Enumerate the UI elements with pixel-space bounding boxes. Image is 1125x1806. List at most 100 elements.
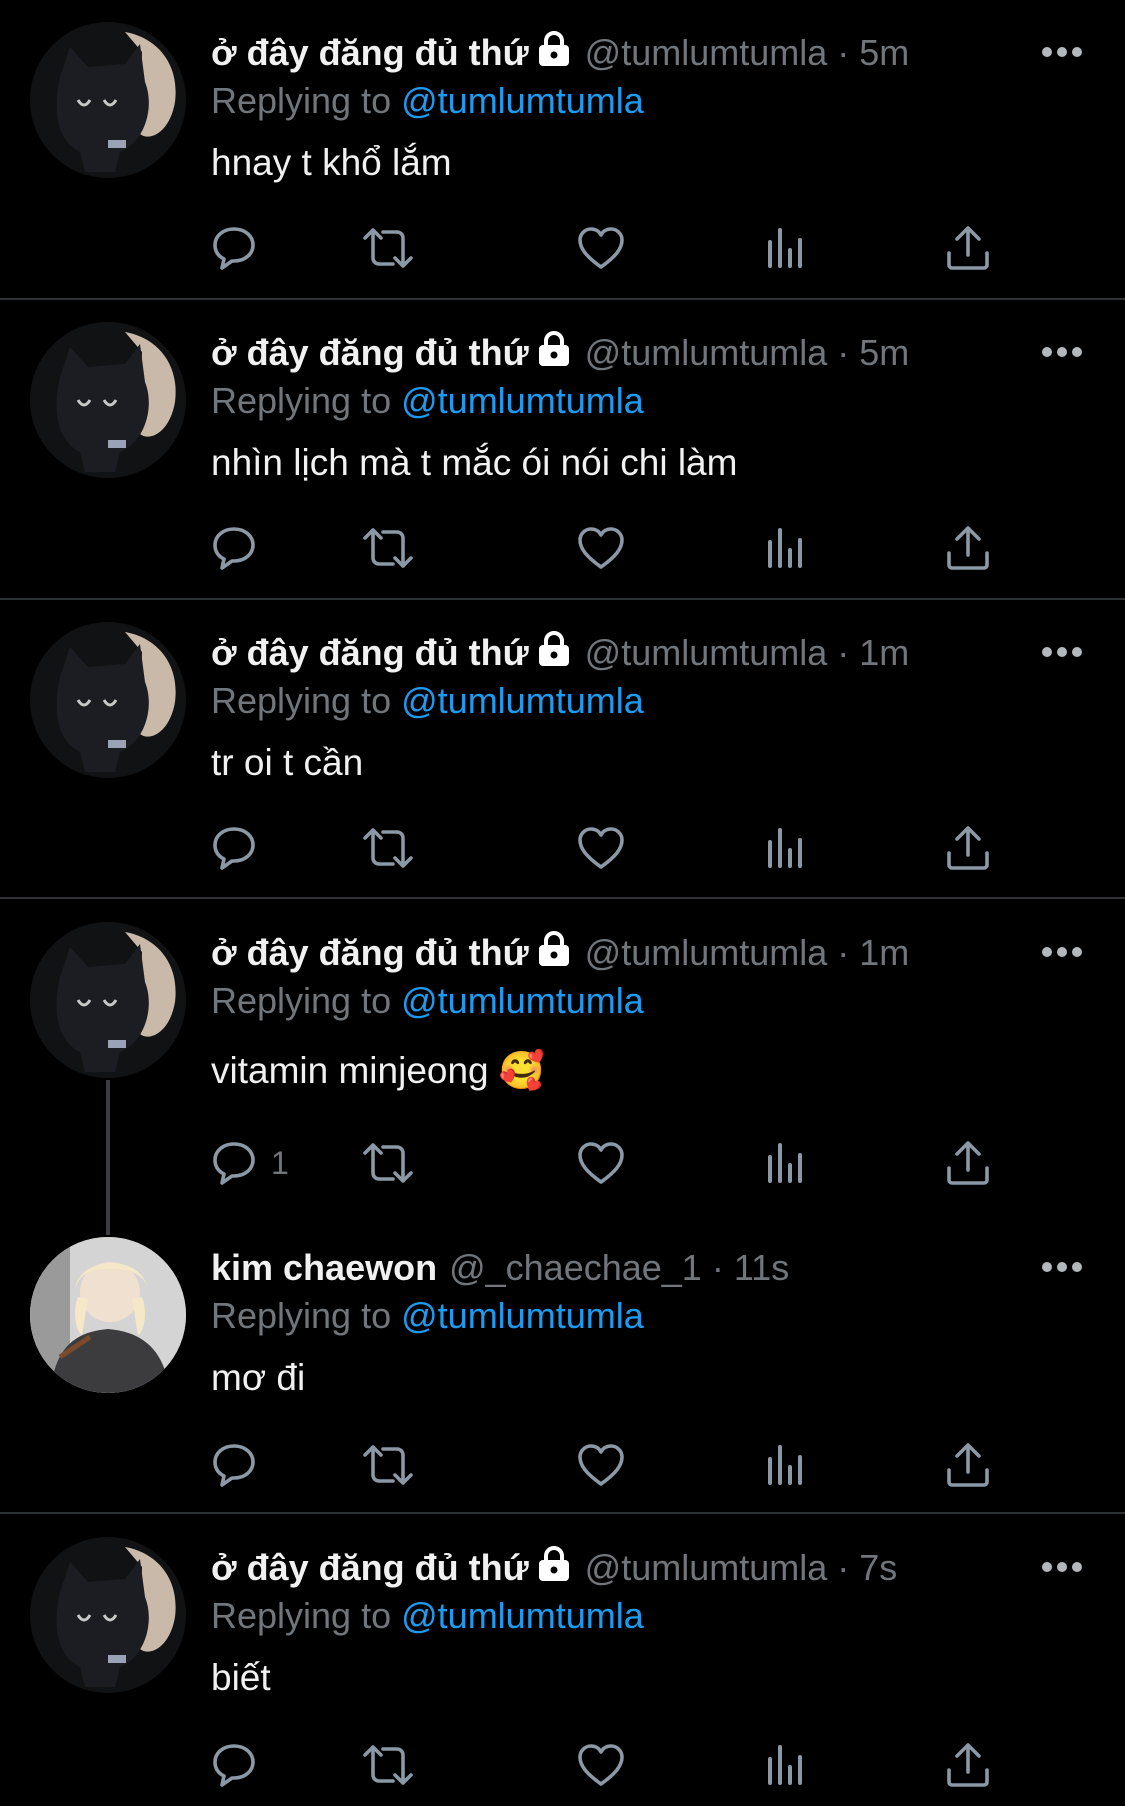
share-button[interactable] bbox=[945, 523, 991, 573]
timestamp[interactable]: 5m bbox=[859, 32, 909, 74]
display-name[interactable]: ở đây đăng đủ thứ bbox=[211, 632, 529, 674]
lock-icon bbox=[537, 630, 571, 676]
separator-dot: · bbox=[837, 932, 850, 973]
views-button[interactable] bbox=[765, 1440, 805, 1490]
reply-icon bbox=[213, 1444, 255, 1487]
retweet-icon bbox=[363, 1143, 413, 1183]
handle[interactable]: @tumlumtumla bbox=[585, 932, 828, 974]
reply-icon bbox=[213, 527, 255, 570]
reply-button[interactable] bbox=[211, 1440, 271, 1490]
display-name[interactable]: ở đây đăng đủ thứ bbox=[211, 932, 529, 974]
replying-to-line: Replying to @tumlumtumla bbox=[211, 80, 644, 122]
tweet-divider bbox=[0, 1512, 1125, 1514]
views-button[interactable] bbox=[765, 1138, 805, 1188]
like-button[interactable] bbox=[577, 1740, 625, 1790]
tweet-header: ở đây đăng đủ thứ @tumlumtumla · 7s bbox=[211, 1544, 897, 1592]
avatar[interactable] bbox=[30, 1237, 186, 1393]
reply-to-mention[interactable]: @tumlumtumla bbox=[401, 680, 644, 721]
share-button[interactable] bbox=[945, 223, 991, 273]
share-icon bbox=[947, 226, 989, 270]
reply-button[interactable] bbox=[211, 523, 271, 573]
like-button[interactable] bbox=[577, 1440, 625, 1490]
retweet-icon bbox=[363, 1445, 413, 1485]
more-icon[interactable] bbox=[1040, 645, 1084, 659]
views-button[interactable] bbox=[765, 1740, 805, 1790]
timestamp[interactable]: 7s bbox=[859, 1547, 897, 1589]
share-button[interactable] bbox=[945, 1440, 991, 1490]
lock-icon bbox=[537, 30, 571, 76]
timestamp[interactable]: 11s bbox=[734, 1247, 789, 1289]
like-icon bbox=[578, 1142, 624, 1184]
retweet-button[interactable] bbox=[361, 223, 415, 273]
views-button[interactable] bbox=[765, 223, 805, 273]
timestamp[interactable]: 1m bbox=[859, 932, 909, 974]
reply-button[interactable] bbox=[211, 223, 271, 273]
display-name[interactable]: ở đây đăng đủ thứ bbox=[211, 1547, 529, 1589]
more-icon[interactable] bbox=[1040, 345, 1084, 359]
replying-to-line: Replying to @tumlumtumla bbox=[211, 1595, 644, 1637]
display-name[interactable]: kim chaewon bbox=[211, 1247, 437, 1289]
timestamp[interactable]: 5m bbox=[859, 332, 909, 374]
share-icon bbox=[947, 1443, 989, 1487]
lock-icon bbox=[537, 330, 571, 376]
reply-icon bbox=[213, 227, 255, 270]
retweet-icon bbox=[363, 228, 413, 268]
like-button[interactable] bbox=[577, 523, 625, 573]
lock-icon bbox=[537, 1545, 571, 1591]
replying-to-label: Replying to bbox=[211, 1595, 392, 1636]
reply-to-mention[interactable]: @tumlumtumla bbox=[401, 380, 644, 421]
tweet-text: mơ đi bbox=[211, 1357, 306, 1398]
avatar[interactable] bbox=[30, 322, 186, 478]
share-button[interactable] bbox=[945, 1740, 991, 1790]
more-icon[interactable] bbox=[1040, 1560, 1084, 1574]
reply-to-mention[interactable]: @tumlumtumla bbox=[401, 1595, 644, 1636]
display-name[interactable]: ở đây đăng đủ thứ bbox=[211, 332, 529, 374]
more-icon[interactable] bbox=[1040, 1260, 1084, 1274]
avatar[interactable] bbox=[30, 622, 186, 778]
reply-to-mention[interactable]: @tumlumtumla bbox=[401, 1295, 644, 1336]
retweet-button[interactable] bbox=[361, 1740, 415, 1790]
share-button[interactable] bbox=[945, 1138, 991, 1188]
reply-icon bbox=[213, 1744, 255, 1787]
share-icon bbox=[947, 1743, 989, 1787]
reply-button[interactable] bbox=[211, 1740, 271, 1790]
more-icon[interactable] bbox=[1040, 945, 1084, 959]
retweet-icon bbox=[363, 528, 413, 568]
retweet-button[interactable] bbox=[361, 523, 415, 573]
reply-button[interactable]: 1 bbox=[211, 1138, 289, 1188]
retweet-button[interactable] bbox=[361, 1440, 415, 1490]
share-icon bbox=[947, 1141, 989, 1185]
display-name[interactable]: ở đây đăng đủ thứ bbox=[211, 32, 529, 74]
reply-to-mention[interactable]: @tumlumtumla bbox=[401, 80, 644, 121]
avatar[interactable] bbox=[30, 922, 186, 1078]
reply-button[interactable] bbox=[211, 823, 271, 873]
views-button[interactable] bbox=[765, 823, 805, 873]
like-icon bbox=[578, 1744, 624, 1786]
handle[interactable]: @tumlumtumla bbox=[585, 32, 828, 74]
replying-to-label: Replying to bbox=[211, 380, 392, 421]
cat-plush-avatar-image bbox=[30, 22, 186, 178]
like-button[interactable] bbox=[577, 823, 625, 873]
like-button[interactable] bbox=[577, 223, 625, 273]
like-button[interactable] bbox=[577, 1138, 625, 1188]
girl-avatar-image bbox=[30, 1237, 186, 1393]
handle[interactable]: @tumlumtumla bbox=[585, 632, 828, 674]
tweet-text: biết bbox=[211, 1657, 271, 1698]
views-button[interactable] bbox=[765, 523, 805, 573]
share-button[interactable] bbox=[945, 823, 991, 873]
timestamp[interactable]: 1m bbox=[859, 632, 909, 674]
replying-to-label: Replying to bbox=[211, 1295, 392, 1336]
handle[interactable]: @_chaechae_1 bbox=[449, 1247, 702, 1289]
action-bar bbox=[211, 1740, 1031, 1790]
retweet-button[interactable] bbox=[361, 823, 415, 873]
retweet-button[interactable] bbox=[361, 1138, 415, 1188]
reply-to-mention[interactable]: @tumlumtumla bbox=[401, 980, 644, 1021]
handle[interactable]: @tumlumtumla bbox=[585, 1547, 828, 1589]
action-bar: 1 bbox=[211, 1138, 1031, 1188]
avatar[interactable] bbox=[30, 22, 186, 178]
avatar[interactable] bbox=[30, 1537, 186, 1693]
views-icon bbox=[768, 1445, 802, 1485]
more-icon[interactable] bbox=[1040, 45, 1084, 59]
lock-icon bbox=[537, 930, 571, 976]
handle[interactable]: @tumlumtumla bbox=[585, 332, 828, 374]
